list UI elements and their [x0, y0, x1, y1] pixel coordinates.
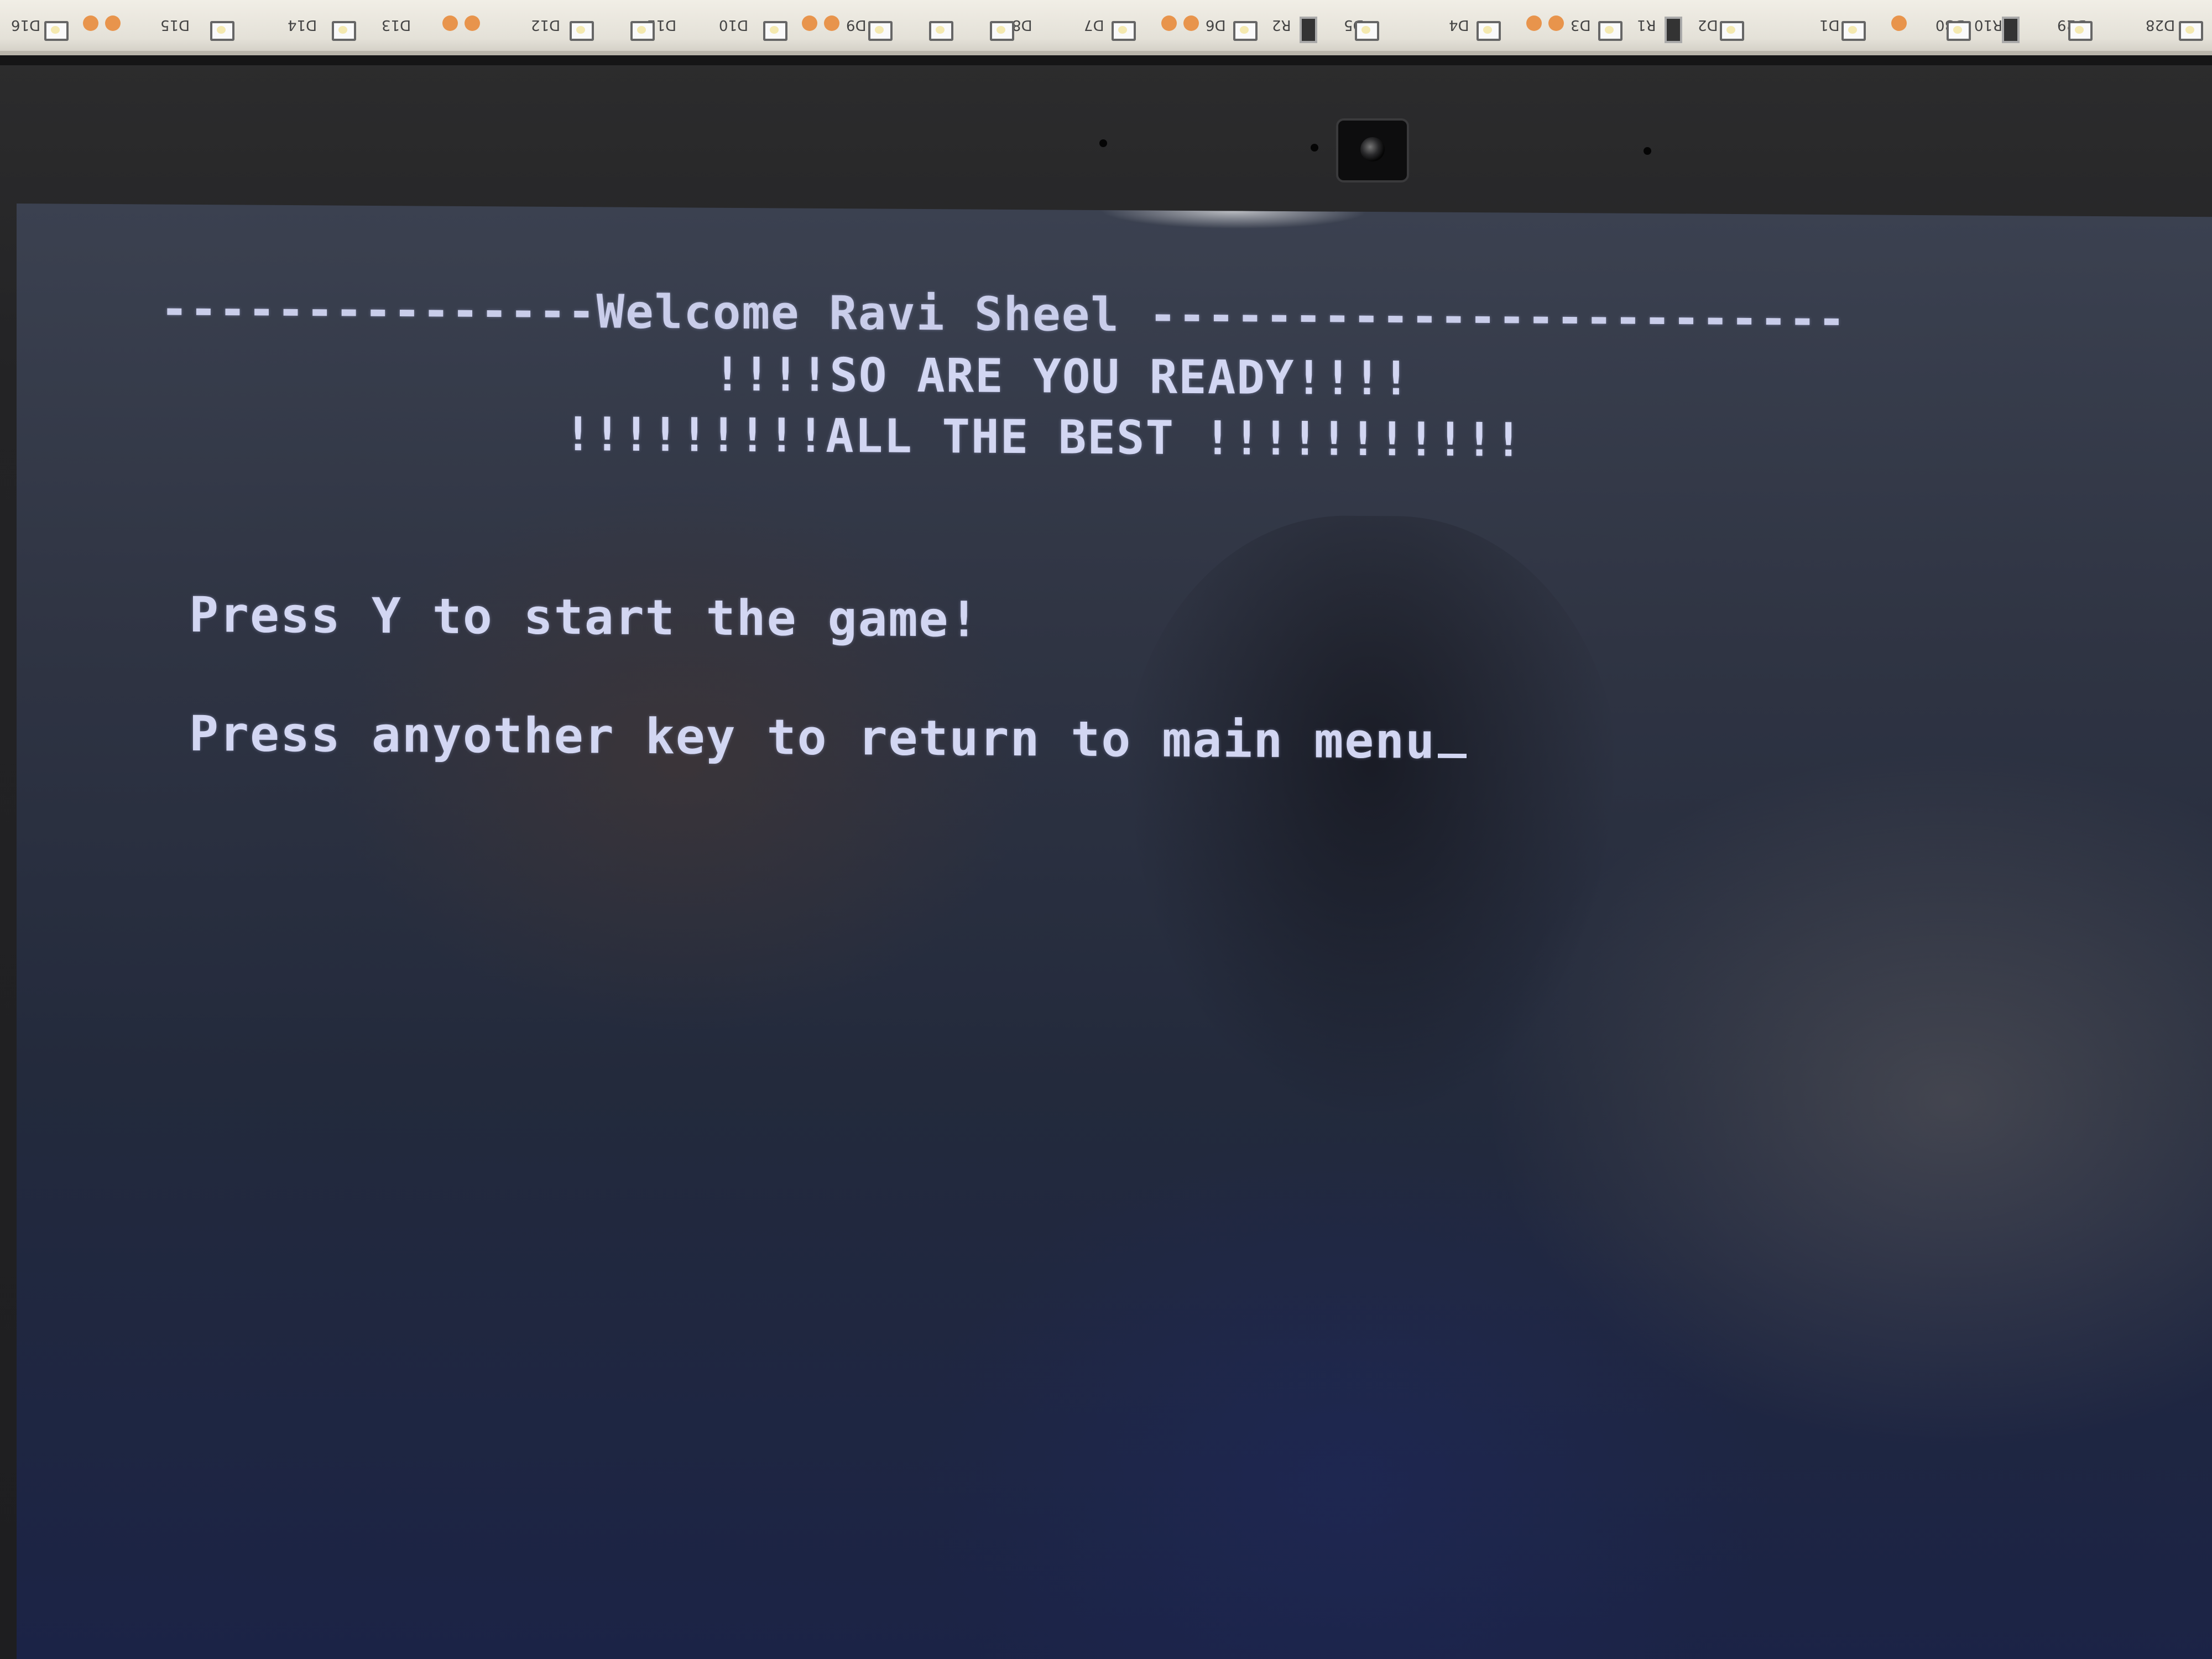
led-label: D28 [2146, 17, 2176, 33]
webcam [1336, 118, 1409, 182]
solder-pad [1183, 15, 1199, 31]
webcam-lens-icon [1360, 137, 1385, 161]
microphone-icon [1099, 139, 1107, 147]
led [570, 21, 594, 41]
return-menu-line: Press anyother key to return to main men… [189, 705, 1467, 770]
dos-console: ---------------Welcome Ravi Sheel ------… [17, 204, 2212, 770]
led-label: D15 [160, 17, 190, 33]
led-label: D3 [1571, 17, 1591, 33]
resistor [1300, 17, 1317, 43]
led [1112, 21, 1136, 41]
led-label: D13 [382, 17, 411, 33]
led-label: D10 [719, 17, 749, 33]
led [210, 21, 234, 41]
led [1355, 21, 1379, 41]
led-label: D8 [1012, 17, 1032, 33]
solder-pad [83, 15, 98, 31]
led-label: D14 [288, 17, 317, 33]
led [1720, 21, 1744, 41]
solder-pad [442, 15, 458, 31]
led [630, 21, 655, 41]
solder-pad [465, 15, 480, 31]
led-label: D4 [1449, 17, 1469, 33]
solder-pad [824, 15, 839, 31]
led-label: D6 [1206, 17, 1226, 33]
resistor [1665, 17, 1682, 43]
led-label: D9 [846, 17, 867, 33]
solder-pad [1526, 15, 1542, 31]
led [332, 21, 356, 41]
led [2179, 21, 2203, 41]
led-label: D7 [1084, 17, 1104, 33]
led [1477, 21, 1501, 41]
led-strip: D16 D15 D14 D13 D12 D11 D10 D9 D8 D7 D6 … [0, 0, 2212, 55]
solder-pad [105, 15, 121, 31]
screen-reflection [1123, 514, 1620, 1126]
led [990, 21, 1014, 41]
led-label: R10 [1974, 17, 2003, 33]
led-label: D2 [1698, 17, 1718, 33]
photo: D16 D15 D14 D13 D12 D11 D10 D9 D8 D7 D6 … [0, 0, 2212, 1659]
best-wishes-line: !!!!!!!!!ALL THE BEST !!!!!!!!!!! [564, 407, 1524, 467]
microphone-icon [1644, 147, 1651, 155]
start-game-prompt: Press Y to start the game! [189, 586, 980, 648]
led-label: D12 [531, 17, 561, 33]
text-cursor [1438, 753, 1467, 759]
led [1233, 21, 1258, 41]
solder-pad [1548, 15, 1564, 31]
solder-pad [1161, 15, 1177, 31]
laptop-screen: ---------------Welcome Ravi Sheel ------… [17, 204, 2212, 1659]
led [44, 21, 69, 41]
resistor [2002, 17, 2020, 43]
ready-line: !!!!SO ARE YOU READY!!!! [713, 347, 1411, 406]
led-label: R2 [1272, 17, 1291, 33]
welcome-banner: ---------------Welcome Ravi Sheel ------… [160, 281, 1847, 347]
tape-edge [0, 51, 2212, 55]
led [929, 21, 953, 41]
led [763, 21, 787, 41]
return-menu-prompt: Press anyother key to return to main men… [189, 705, 1436, 770]
solder-pad [1891, 15, 1907, 31]
solder-pad [802, 15, 817, 31]
led [868, 21, 893, 41]
led-label: D1 [1819, 17, 1840, 33]
led-label: D16 [11, 17, 41, 33]
bezel-edge [0, 55, 2212, 65]
led [1947, 21, 1971, 41]
led-label: R1 [1637, 17, 1656, 33]
led [1841, 21, 1866, 41]
led [2068, 21, 2093, 41]
sensor-icon [1311, 144, 1318, 152]
led [1598, 21, 1623, 41]
